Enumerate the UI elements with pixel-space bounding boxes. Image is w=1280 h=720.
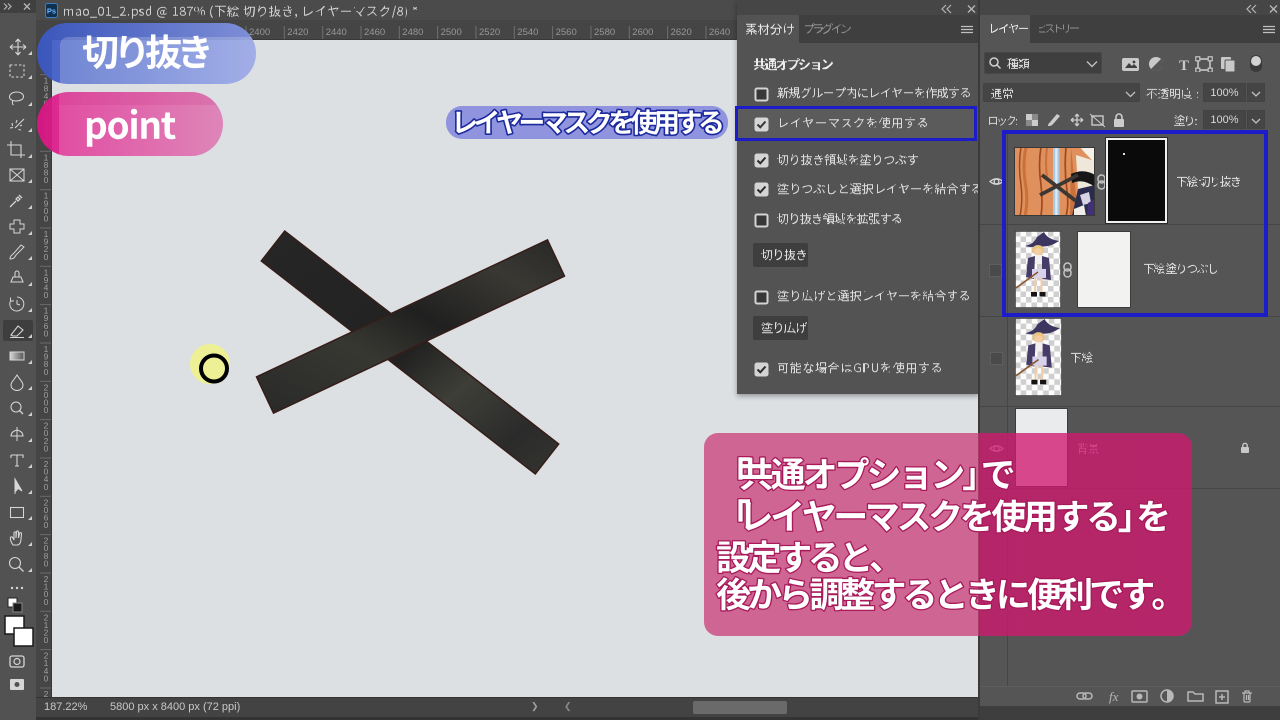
svg-text:T: T [1179,58,1189,72]
svg-text:fx: fx [1109,689,1119,704]
